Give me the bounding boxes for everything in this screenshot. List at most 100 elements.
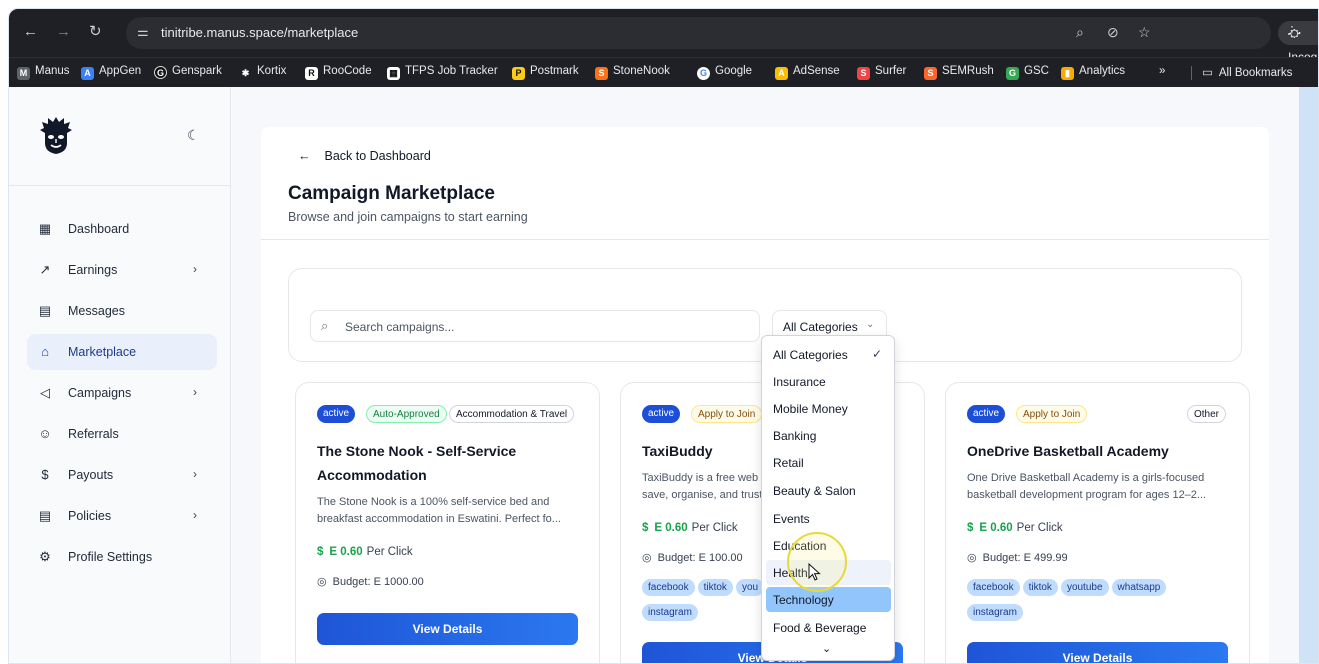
zoom-icon[interactable]: ⌕ xyxy=(1076,24,1084,41)
status-badge: active xyxy=(642,405,681,423)
bookmark-gsc[interactable]: G GSC xyxy=(1006,65,1049,80)
back-arrow-icon[interactable]: ← xyxy=(23,23,38,41)
category-option-insurance[interactable]: Insurance xyxy=(766,369,891,394)
mouse-pointer-icon xyxy=(808,563,821,581)
category-option-events[interactable]: Events xyxy=(766,506,891,531)
bookmark-label: Analytics xyxy=(1079,65,1126,77)
bookmark-roocode[interactable]: R RooCode xyxy=(305,65,372,80)
category-option-technology[interactable]: Technology xyxy=(766,587,891,612)
option-label: Events xyxy=(773,512,810,526)
browser-menu-icon[interactable]: ⋮ xyxy=(1285,23,1299,40)
bookmark-stonenook[interactable]: S StoneNook xyxy=(595,65,670,80)
category-option-retail[interactable]: Retail xyxy=(766,450,891,475)
bookmark-google[interactable]: G Google xyxy=(697,65,752,80)
category-option-all[interactable]: All Categories ✓ xyxy=(766,342,891,367)
analytics-favicon-icon: ▮ xyxy=(1061,67,1074,80)
scroll-down-chevron-icon[interactable]: ⌄ xyxy=(822,642,831,655)
site-settings-icon[interactable]: ⚌ xyxy=(137,24,149,40)
bookmark-semrush[interactable]: S SEMRush xyxy=(924,65,994,80)
app-viewport: ☾ ▦ Dashboard ↗ Earnings › ▤ Messages ⌂ … xyxy=(9,87,1299,663)
bookmark-appgen[interactable]: A AppGen xyxy=(81,65,141,80)
sidebar-item-campaigns[interactable]: ◁ Campaigns › xyxy=(27,375,217,411)
category-select-value: All Categories xyxy=(783,320,858,334)
view-details-button[interactable]: View Details xyxy=(317,613,578,645)
sidebar-item-referrals[interactable]: ☺ Referrals xyxy=(27,416,217,452)
campaign-budget: ◎ Budget: E 100.00 xyxy=(642,551,743,564)
category-option-beauty-salon[interactable]: Beauty & Salon xyxy=(766,478,891,503)
sidebar-item-payouts[interactable]: $ Payouts › xyxy=(27,457,217,493)
all-bookmarks-folder[interactable]: ▭ All Bookmarks xyxy=(1202,65,1292,79)
users-icon: ☺ xyxy=(38,426,52,441)
manus-favicon-icon: M xyxy=(17,67,30,80)
sidebar-item-profile-settings[interactable]: ⚙ Profile Settings xyxy=(27,539,217,575)
category-option-food-beverage[interactable]: Food & Beverage xyxy=(766,615,891,640)
eye-off-icon[interactable]: ⊘ xyxy=(1107,24,1119,41)
bookmark-analytics[interactable]: ▮ Analytics xyxy=(1061,65,1125,80)
sidebar-item-label: Marketplace xyxy=(68,345,137,359)
store-icon: ⌂ xyxy=(41,344,49,359)
page-scrollbar[interactable] xyxy=(1299,87,1318,663)
surfer-favicon-icon: S xyxy=(857,67,870,80)
sidebar-item-marketplace[interactable]: ⌂ Marketplace xyxy=(27,334,217,370)
campaign-title: The Stone Nook - Self-Service Accommodat… xyxy=(317,443,517,483)
category-dropdown-menu: All Categories ✓ Insurance Mobile Money B… xyxy=(761,335,895,661)
platform-tags: facebook tiktok youtube whatsapp instagram xyxy=(967,577,1232,627)
bookmark-label: Postmark xyxy=(530,65,579,77)
bookmark-label: Google xyxy=(715,65,753,77)
genspark-favicon-icon: G xyxy=(154,66,167,79)
price-amount: E 0.60 xyxy=(979,522,1013,534)
bookmarks-overflow[interactable]: » xyxy=(1159,65,1165,77)
check-icon: ✓ xyxy=(872,347,883,361)
bookmark-label: GSC xyxy=(1024,65,1049,77)
browser-toolbar: ← → ↻ ⚌ tinitribe.manus.space/marketplac… xyxy=(9,9,1318,64)
appgen-favicon-icon: A xyxy=(81,67,94,80)
bookmark-postmark[interactable]: P Postmark xyxy=(512,65,579,80)
bookmark-kortix[interactable]: ✱ Kortix xyxy=(239,65,286,80)
campaign-description: The Stone Nook is a 100% self-service be… xyxy=(317,496,561,525)
campaign-card: active Apply to Join Other OneDrive Bask… xyxy=(945,382,1250,663)
tfps-favicon-icon: ▦ xyxy=(387,67,400,80)
bookmark-tfps[interactable]: ▦ TFPS Job Tracker xyxy=(387,65,498,80)
sidebar-item-dashboard[interactable]: ▦ Dashboard xyxy=(27,211,217,247)
bookmark-surfer[interactable]: S Surfer xyxy=(857,65,906,80)
bookmark-label: Surfer xyxy=(875,65,907,77)
sidebar-item-label: Earnings xyxy=(68,263,118,277)
campaign-description: One Drive Basketball Academy is a girls-… xyxy=(967,472,1207,501)
price-amount: E 0.60 xyxy=(329,546,363,558)
bookmark-manus[interactable]: M Manus xyxy=(17,65,70,80)
status-badge: active xyxy=(967,405,1006,423)
postmark-favicon-icon: P xyxy=(512,67,525,80)
grid-icon: ▦ xyxy=(38,221,52,236)
category-option-mobile-money[interactable]: Mobile Money xyxy=(766,396,891,421)
browser-window: ← → ↻ ⚌ tinitribe.manus.space/marketplac… xyxy=(8,8,1319,664)
back-to-dashboard-link[interactable]: ← Back to Dashboard xyxy=(298,149,431,163)
sidebar-item-label: Referrals xyxy=(68,427,119,441)
option-label: Food & Beverage xyxy=(773,621,867,635)
category-badge: Accommodation & Travel xyxy=(449,405,575,423)
budget-text: Budget: E 100.00 xyxy=(657,552,743,564)
sidebar-item-messages[interactable]: ▤ Messages xyxy=(27,293,217,329)
forward-arrow-icon[interactable]: → xyxy=(56,23,71,41)
sidebar-item-policies[interactable]: ▤ Policies › xyxy=(27,498,217,534)
budget-text: Budget: E 1000.00 xyxy=(332,576,424,588)
sidebar-item-earnings[interactable]: ↗ Earnings › xyxy=(27,252,217,288)
stonenook-favicon-icon: S xyxy=(595,67,608,80)
tribal-mask-logo-icon[interactable] xyxy=(39,115,73,155)
trending-up-icon: ↗ xyxy=(39,262,51,277)
semrush-favicon-icon: S xyxy=(924,67,937,80)
chevron-right-icon: › xyxy=(193,385,197,399)
search-box[interactable]: ⌕ xyxy=(310,310,760,342)
star-icon[interactable]: ☆ xyxy=(1138,24,1151,41)
bookmark-genspark[interactable]: G Genspark xyxy=(154,65,222,79)
reload-icon[interactable]: ↻ xyxy=(89,23,102,41)
view-details-button[interactable]: View Details xyxy=(967,642,1228,663)
search-input[interactable] xyxy=(345,317,750,337)
category-option-banking[interactable]: Banking xyxy=(766,423,891,448)
theme-toggle-moon-icon[interactable]: ☾ xyxy=(187,127,200,144)
chevron-right-icon: › xyxy=(193,508,197,522)
sidebar-divider xyxy=(9,185,231,186)
header-divider xyxy=(261,239,1269,240)
bookmark-adsense[interactable]: A AdSense xyxy=(775,65,840,80)
platform-tag: instagram xyxy=(967,604,1023,621)
address-bar[interactable]: ⚌ tinitribe.manus.space/marketplace ⌕ ⊘ … xyxy=(126,17,1318,64)
